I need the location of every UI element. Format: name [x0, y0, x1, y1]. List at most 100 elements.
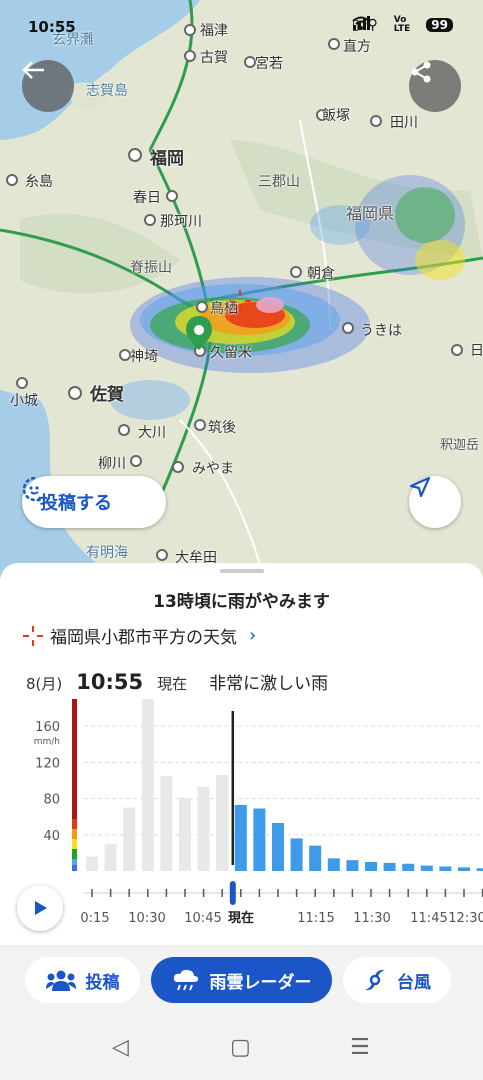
now-label: 現在 — [157, 675, 188, 693]
tab-typhoon[interactable]: 台風 — [343, 957, 451, 1003]
map-label-miyawaka: 宮若 — [255, 56, 283, 72]
map-label-miyama: みやま — [192, 461, 234, 477]
past-bar — [179, 797, 191, 871]
map-label-kanzaki: 神埼 — [130, 349, 158, 365]
forest-area-2 — [20, 213, 180, 294]
map-label-okawa: 大川 — [138, 425, 166, 441]
time-label: 10:55 — [76, 670, 144, 694]
scale-segment — [72, 859, 77, 865]
map-label-sangunsan: 三郡山 — [258, 174, 300, 190]
x-tick-label: 現在 — [228, 910, 254, 926]
x-tick-label: 11:45 — [410, 911, 447, 926]
forecast-bar — [309, 845, 322, 871]
forecast-bar — [290, 838, 303, 871]
map-label-kasuga: 春日 — [133, 190, 161, 206]
map-label-asakura: 朝倉 — [307, 266, 335, 282]
forecast-bar — [253, 808, 266, 871]
volte-icon: Vo LTE — [393, 15, 411, 34]
radar-map[interactable]: 玄界灘 福津 古賀 直方 志賀島 宮若 飯塚 田川 福岡 糸島 春日 三郡山 那… — [0, 0, 483, 600]
nav-home-icon[interactable]: ▢ — [230, 1035, 251, 1060]
tab-typhoon-label: 台風 — [397, 972, 431, 993]
place-link[interactable]: 福岡県小郡市平方の天気 › — [22, 623, 256, 648]
rain-intensity-label: 非常に激しい雨 — [209, 674, 329, 694]
scale-segment — [72, 839, 77, 849]
x-tick-label: 11:15 — [297, 911, 334, 926]
past-bar — [123, 807, 136, 871]
forecast-bar — [272, 823, 284, 871]
tab-rain-radar[interactable]: 雨雲レーダー — [151, 957, 332, 1003]
map-label-tosu: 鳥栖 — [210, 301, 238, 317]
tab-post[interactable]: 投稿 — [25, 957, 140, 1003]
map-label-ariakekai: 有明海 — [86, 545, 128, 561]
post-button[interactable]: 投稿する — [22, 476, 166, 528]
scale-segment — [72, 865, 77, 871]
post-bubble-icon — [22, 476, 44, 502]
map-label-tagawa: 田川 — [390, 115, 418, 131]
map-label-iizuka: 飯塚 — [322, 108, 350, 124]
forecast-bar — [402, 863, 415, 871]
y-tick-label: 120 — [35, 756, 60, 771]
status-icons: ▯ ⚲ VoLTE 99 — [352, 16, 453, 34]
status-time: 10:55 — [28, 18, 76, 36]
y-tick-label: 160 — [35, 720, 60, 735]
y-unit-label: mm/h — [34, 737, 60, 747]
navigation-arrow-icon — [409, 476, 431, 498]
forecast-bar — [234, 804, 247, 871]
map-label-kurume: 久留米 — [210, 345, 252, 361]
scale-segment — [72, 829, 77, 839]
chevron-right-icon: › — [249, 625, 257, 646]
map-label-fukuoka-pref: 福岡県 — [346, 204, 395, 223]
place-name: 福岡県小郡市平方の天気 — [50, 628, 237, 648]
map-label-seburisan: 脊振山 — [130, 260, 172, 276]
play-button[interactable] — [17, 885, 63, 931]
back-arrow-icon — [22, 61, 44, 79]
rain-stop-headline: 13時頃に雨がやみます — [153, 592, 330, 612]
map-label-yanagawa: 柳川 — [98, 456, 126, 472]
scale-segment — [72, 849, 77, 859]
map-label-shakadake: 釈迦岳 — [440, 438, 480, 453]
map-label-shikanoshima: 志賀島 — [86, 83, 128, 99]
sheet-grabber[interactable] — [220, 569, 264, 573]
rain-chart[interactable]: 40 80 120 160 mm/h 0:15 10:30 10:45 現在 11:15 11:30… — [0, 699, 483, 935]
nav-back-icon[interactable]: ◁ — [112, 1035, 129, 1060]
forecast-bar — [346, 860, 359, 871]
scale-segment — [72, 819, 77, 829]
map-label-itoshima: 糸島 — [25, 174, 53, 190]
x-tick-label: 12:30 — [448, 911, 483, 926]
share-button[interactable] — [409, 60, 461, 112]
y-tick-label: 80 — [43, 793, 60, 808]
x-tick-label: 11:30 — [353, 911, 390, 926]
map-label-ogi: 小城 — [10, 393, 38, 409]
map-label-koga: 古賀 — [200, 50, 228, 66]
map-label-chikugo: 筑後 — [208, 420, 236, 436]
x-tick-label: 10:30 — [128, 911, 165, 926]
scale-segment — [72, 699, 77, 819]
past-bar — [216, 775, 229, 871]
map-label-saga: 佐賀 — [90, 385, 124, 405]
crosshair-icon — [23, 625, 43, 646]
share-icon — [411, 61, 431, 83]
past-bar — [104, 843, 117, 871]
rain-cloud-icon — [173, 969, 198, 991]
past-bar — [197, 786, 210, 871]
tab-post-label: 投稿 — [85, 972, 120, 993]
nav-recents-icon[interactable]: ☰ — [350, 1035, 370, 1060]
past-bar — [86, 856, 98, 871]
weather-sheet: 13時頃に雨がやみます 福岡県小郡市平方の天気 › 8(月) 10:55 現在 … — [0, 563, 483, 945]
now-row: 8(月) 10:55 現在 非常に激しい雨 — [26, 669, 328, 694]
x-tick-label: 10:45 — [184, 911, 221, 926]
battery-icon: 99 — [426, 18, 453, 32]
back-button[interactable] — [22, 60, 74, 112]
play-icon — [35, 901, 47, 915]
tab-rain-radar-label: 雨雲レーダー — [209, 972, 312, 993]
forecast-bar — [420, 865, 433, 871]
forecast-bar — [458, 867, 470, 871]
status-bar: 10:55 ▯ ⚲ VoLTE 99 — [0, 0, 483, 50]
forecast-bar — [365, 861, 377, 871]
current-location-button[interactable] — [409, 476, 461, 528]
forecast-bar — [383, 862, 396, 871]
forecast-bar — [439, 866, 452, 871]
forecast-bar — [327, 858, 340, 871]
map-label-ukiha: うきは — [360, 323, 402, 339]
forecast-bar — [476, 868, 483, 871]
